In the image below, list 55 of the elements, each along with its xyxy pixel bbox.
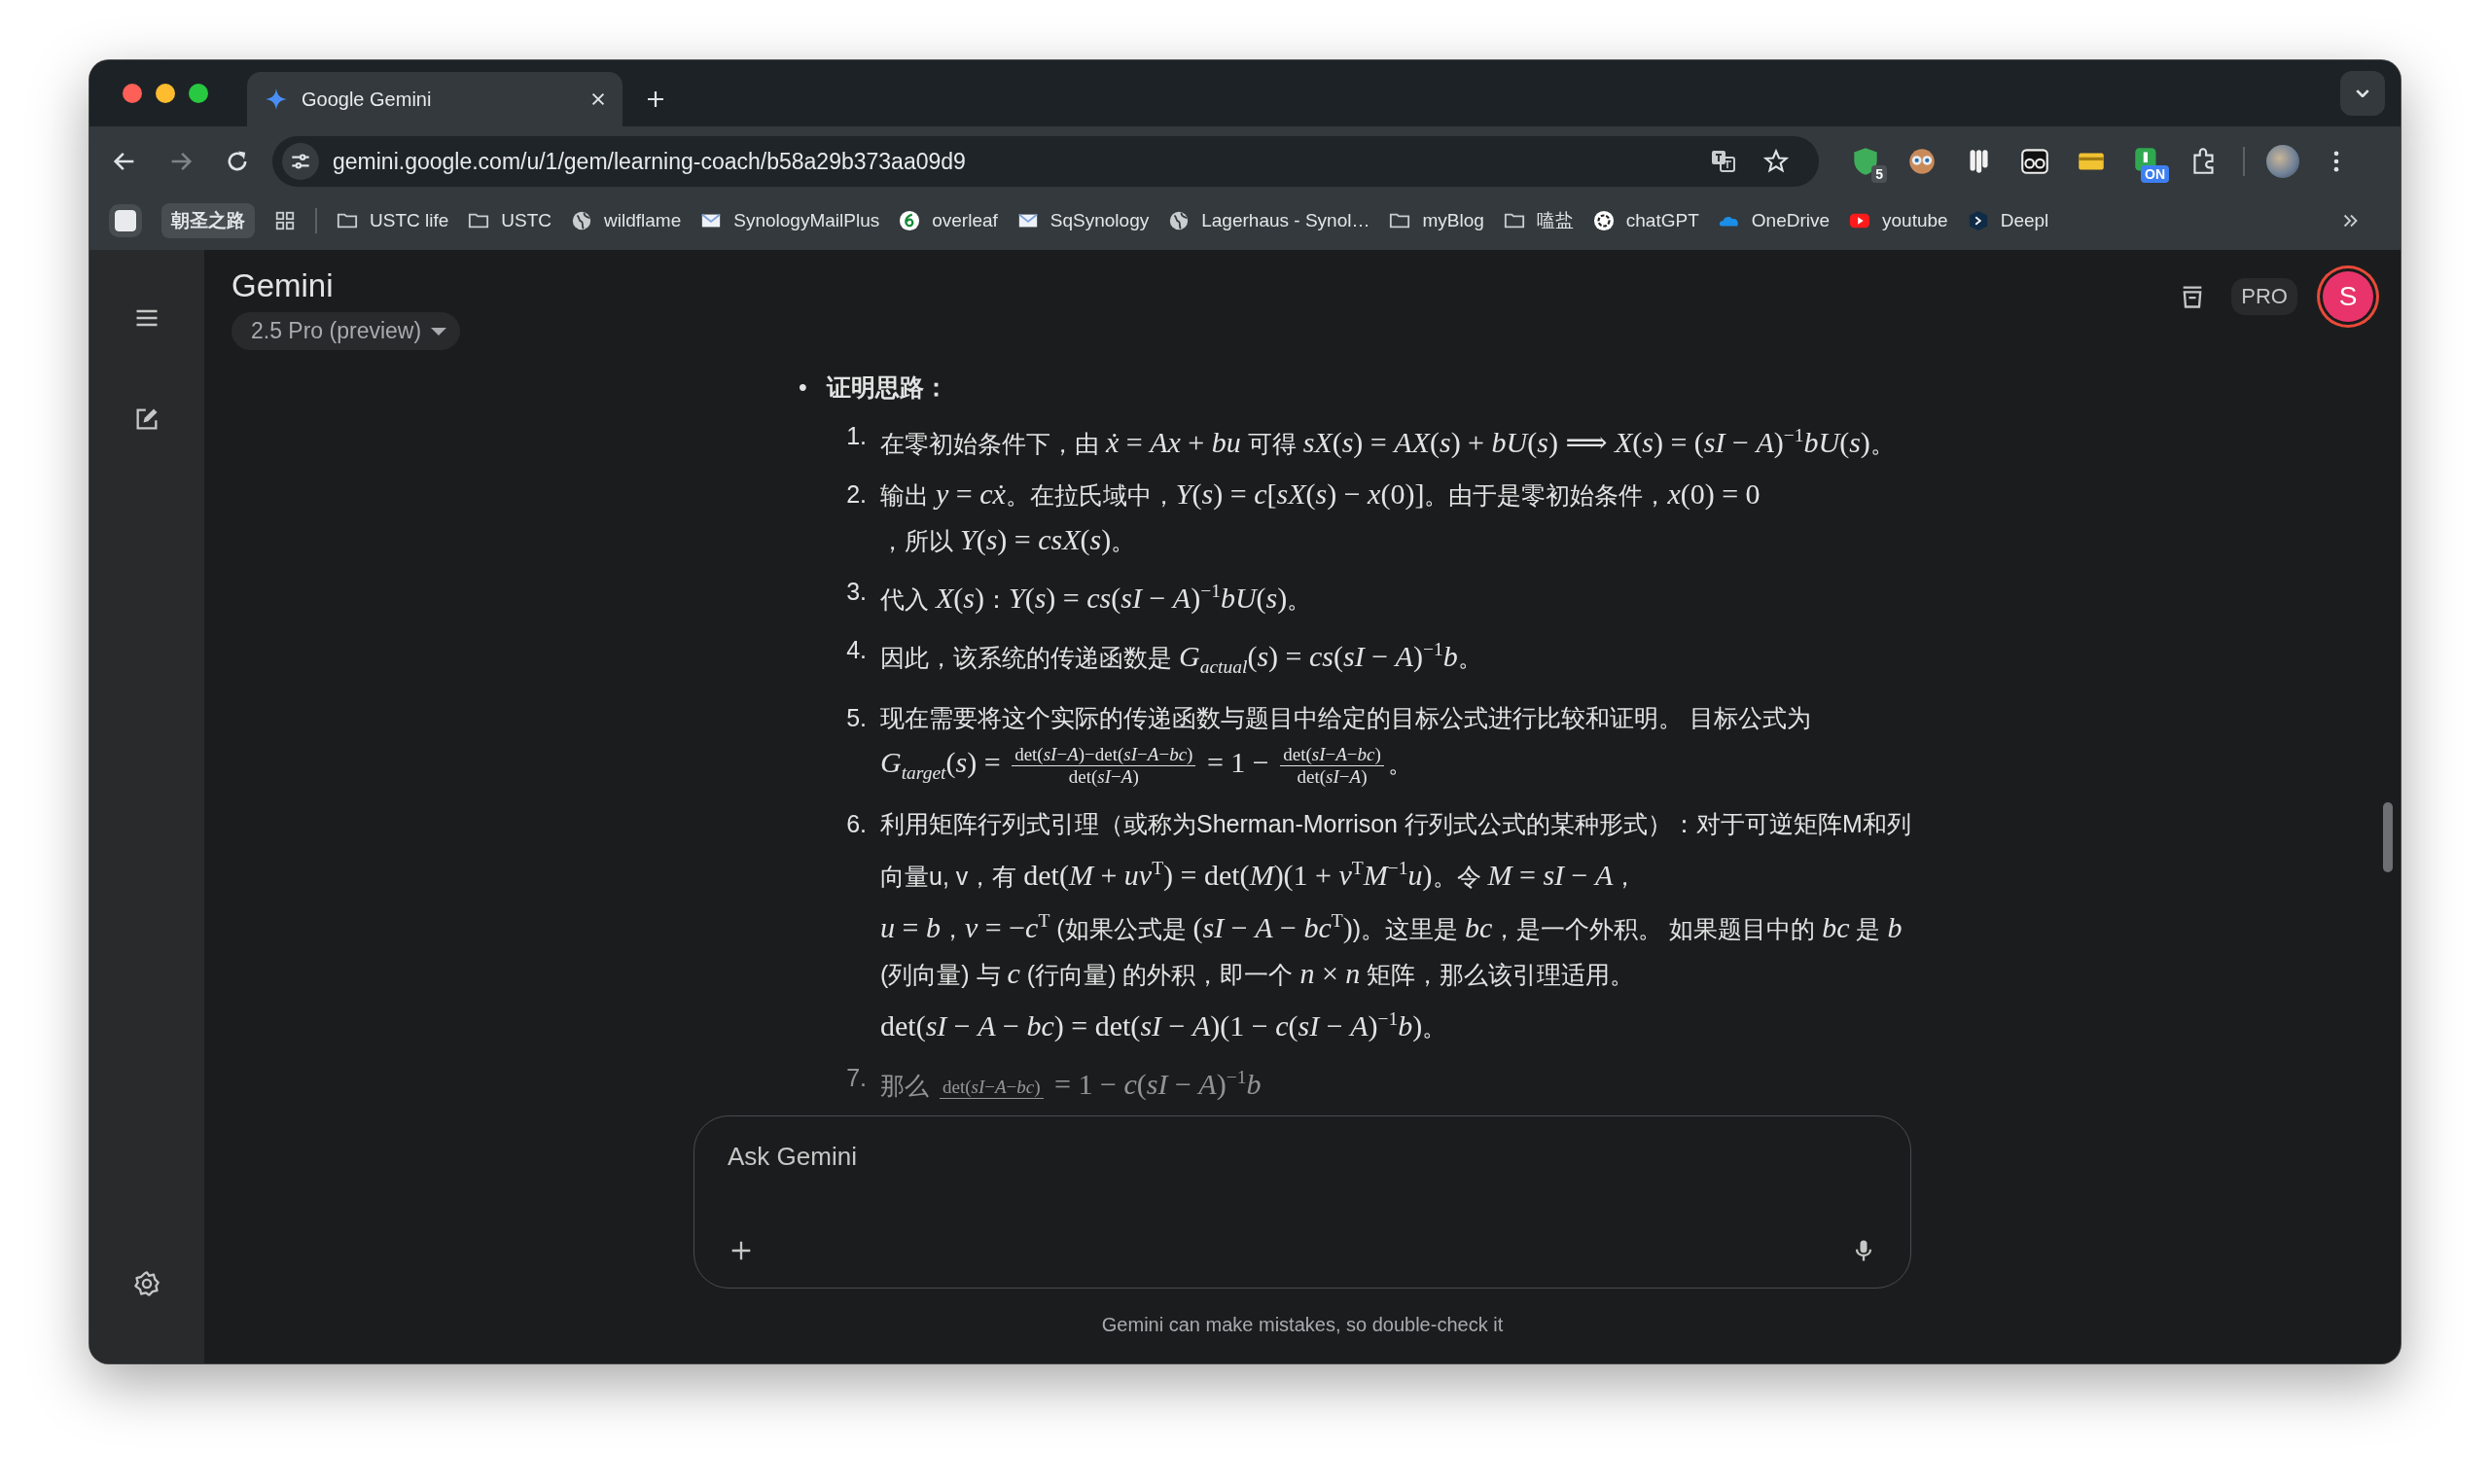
list-number: 5. [845, 703, 867, 733]
disclaimer-text: Gemini can make mistakes, so double-check it [1101, 1314, 1504, 1336]
bookmark[interactable]: USTC life [337, 209, 449, 231]
list-item-text: 利用矩阵行列式引理（或称为Sherman-Morrison 行列式公式的某种形式）：对于可逆矩阵M和列向量u, v，有 det(M + uv$^{T}$) = det(M)(1 + v$^{T}$M$^{−1}$u)。令 M = sI − A， u = b，v = −c$^{T}$ (如果公式是 (sI − A − bc$^{T}$))。这里是 bc，是一个外积。 如果题目中的 bc 是 b (列向量) 与 c (行向量) 的外积，即一个 n × n 矩阵，那么该引理适用。 det(sI − A − bc) = det(sI − A)(1 − c(sI − A)$^{−1}$b)。 [880, 809, 1911, 1043]
bookmark[interactable]: overleaf [899, 209, 998, 231]
caret-icon [431, 327, 447, 336]
site-settings-icon[interactable] [282, 143, 319, 180]
globe-icon [571, 209, 593, 231]
chevron-down-icon [2356, 89, 2369, 97]
bookmark[interactable]: USTC [468, 209, 552, 231]
model-selector[interactable]: 2.5 Pro (preview) [231, 312, 461, 350]
bookmark[interactable]: Lagerhaus - Synol… [1168, 209, 1370, 231]
profile-avatar-icon[interactable] [2266, 145, 2299, 178]
list-item-text: 在零初始条件下，由 ẋ = Ax + bu 可得 sX(s) = AX(s) + bU(s) ⟹ X(s) = (sI − A)$^{−1}$bU(s)。 [880, 424, 1896, 460]
prompt-input[interactable]: Ask Gemini [728, 1142, 1877, 1172]
browser-tab[interactable]: Google Gemini [247, 72, 622, 126]
section-heading: 证明思路： [826, 372, 948, 403]
bookmark[interactable]: SqSynology [1016, 209, 1150, 231]
close-window-button[interactable] [123, 84, 142, 103]
list-item-text: 现在需要将这个实际的传递函数与题目中给定的目标公式进行比较和证明。 目标公式为 G$_{target}$(s) = det(sI−A)−det(sI−A−bc) det(sI−A) = 1 − det(sI−A−bc) det(sI−A) 。 [880, 703, 1812, 789]
address-bar[interactable]: gemini.google.com/u/1/gem/learning-coach/b58a29b373aa09d9 [272, 136, 1819, 187]
pro-badge: PRO [2231, 278, 2297, 315]
list-item-text: 代入 X(s)：Y(s) = cs(sI − A)$^{−1}$bU(s)。 [880, 580, 1313, 616]
list-number: 1. [845, 421, 867, 451]
list-number: 2. [845, 479, 867, 510]
bookmark[interactable]: wildflame [571, 209, 682, 231]
bookmark[interactable]: Deepl [1967, 209, 2049, 231]
apps-grid-icon[interactable] [274, 209, 296, 231]
bookmark-star-icon[interactable] [1762, 148, 1790, 175]
bookmark[interactable]: chatGPT [1592, 209, 1699, 231]
globe-icon [1168, 209, 1191, 231]
sparkle-icon [265, 88, 288, 111]
bookmark-chip[interactable]: 朝圣之路 [161, 202, 255, 238]
bullet: • [799, 372, 807, 403]
bookmark[interactable]: SynologyMailPlus [700, 209, 880, 231]
bookmark[interactable]: 嗑盐 [1503, 207, 1574, 233]
translate-icon[interactable] [1710, 148, 1737, 175]
list-item-text: 输出 y = cẋ。在拉氏域中，Y(s) = c[sX(s) − x(0)]。由于是零初始条件，x(0) = 0 ，所以 Y(s) = csX(s)。 [880, 477, 1761, 557]
scrollbar-thumb[interactable] [2383, 802, 2393, 872]
list-number: 4. [845, 635, 867, 665]
list-item-text: 那么 det(sI−A−bc) = 1 − c(sI − A)$^{−1}$b [880, 1066, 1263, 1102]
list-number: 3. [845, 577, 867, 607]
bookmark[interactable]: OneDrive [1718, 209, 1831, 231]
minimize-window-button[interactable] [156, 84, 175, 103]
tab-search-button[interactable] [2340, 71, 2385, 116]
zoom-window-button[interactable] [189, 84, 208, 103]
list-item-text: 因此，该系统的传递函数是 G$_{actual}$(s) = cs(sI − A)$^{−1}$b。 [880, 638, 1483, 679]
new-tab-icon[interactable] [646, 89, 665, 109]
list-number: 6. [845, 809, 867, 839]
bookmark[interactable]: youtube [1849, 209, 1948, 231]
bookmark[interactable]: myBlog [1389, 209, 1484, 231]
list-number: 7. [845, 1063, 867, 1093]
close-icon[interactable] [589, 90, 607, 108]
settings-icon[interactable] [133, 1270, 160, 1297]
app-title: Gemini [231, 267, 335, 304]
